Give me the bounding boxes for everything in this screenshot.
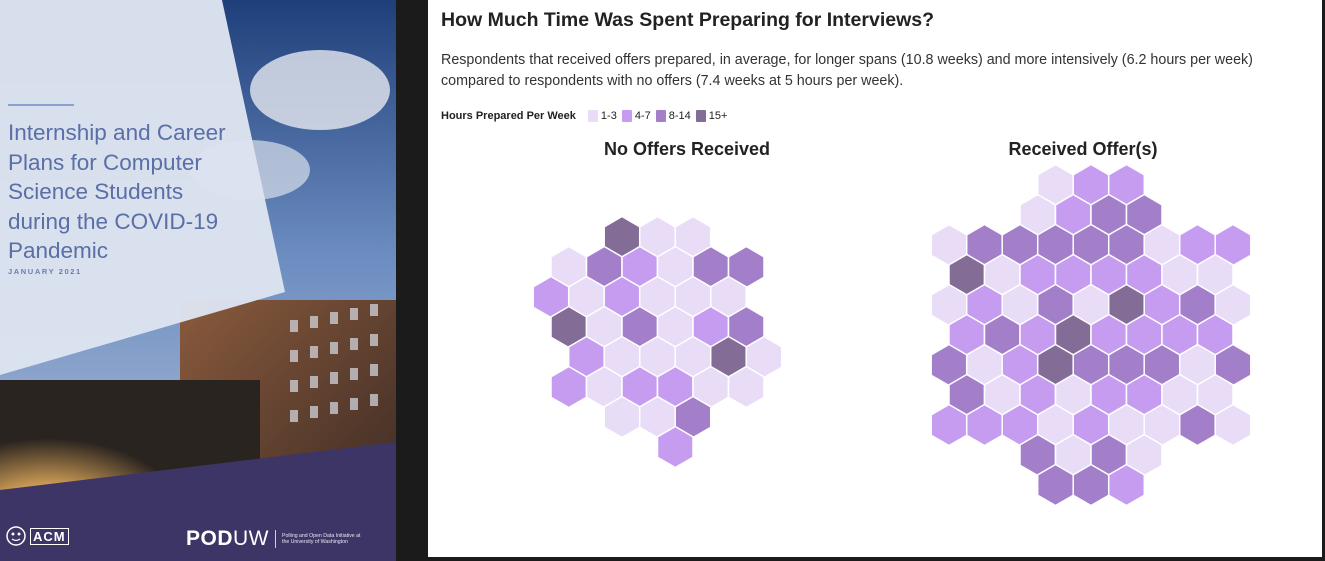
hex-charts <box>532 163 1252 507</box>
honeycomb-no-offers <box>532 215 783 469</box>
report-title: Internship and Career Plans for Computer… <box>8 120 226 263</box>
report-cover: Internship and Career Plans for Computer… <box>0 0 396 561</box>
logo-divider <box>275 530 277 548</box>
poduw-wordmark: PODUW <box>186 527 270 550</box>
poduw-logo: PODUW Polling and Open Data Initiative a… <box>186 527 368 551</box>
acm-wordmark: ACM <box>30 527 69 545</box>
husky-icon <box>6 526 26 546</box>
poduw-tagline: Polling and Open Data Initiative at the … <box>282 532 361 546</box>
honeycomb-offers <box>930 163 1252 507</box>
cover-photo <box>0 0 396 561</box>
infographic-panel: How Much Time Was Spent Preparing for In… <box>428 0 1322 557</box>
acm-logo: ACM <box>6 526 69 546</box>
title-rule <box>8 104 74 106</box>
report-date: JANUARY 2021 <box>8 267 82 276</box>
